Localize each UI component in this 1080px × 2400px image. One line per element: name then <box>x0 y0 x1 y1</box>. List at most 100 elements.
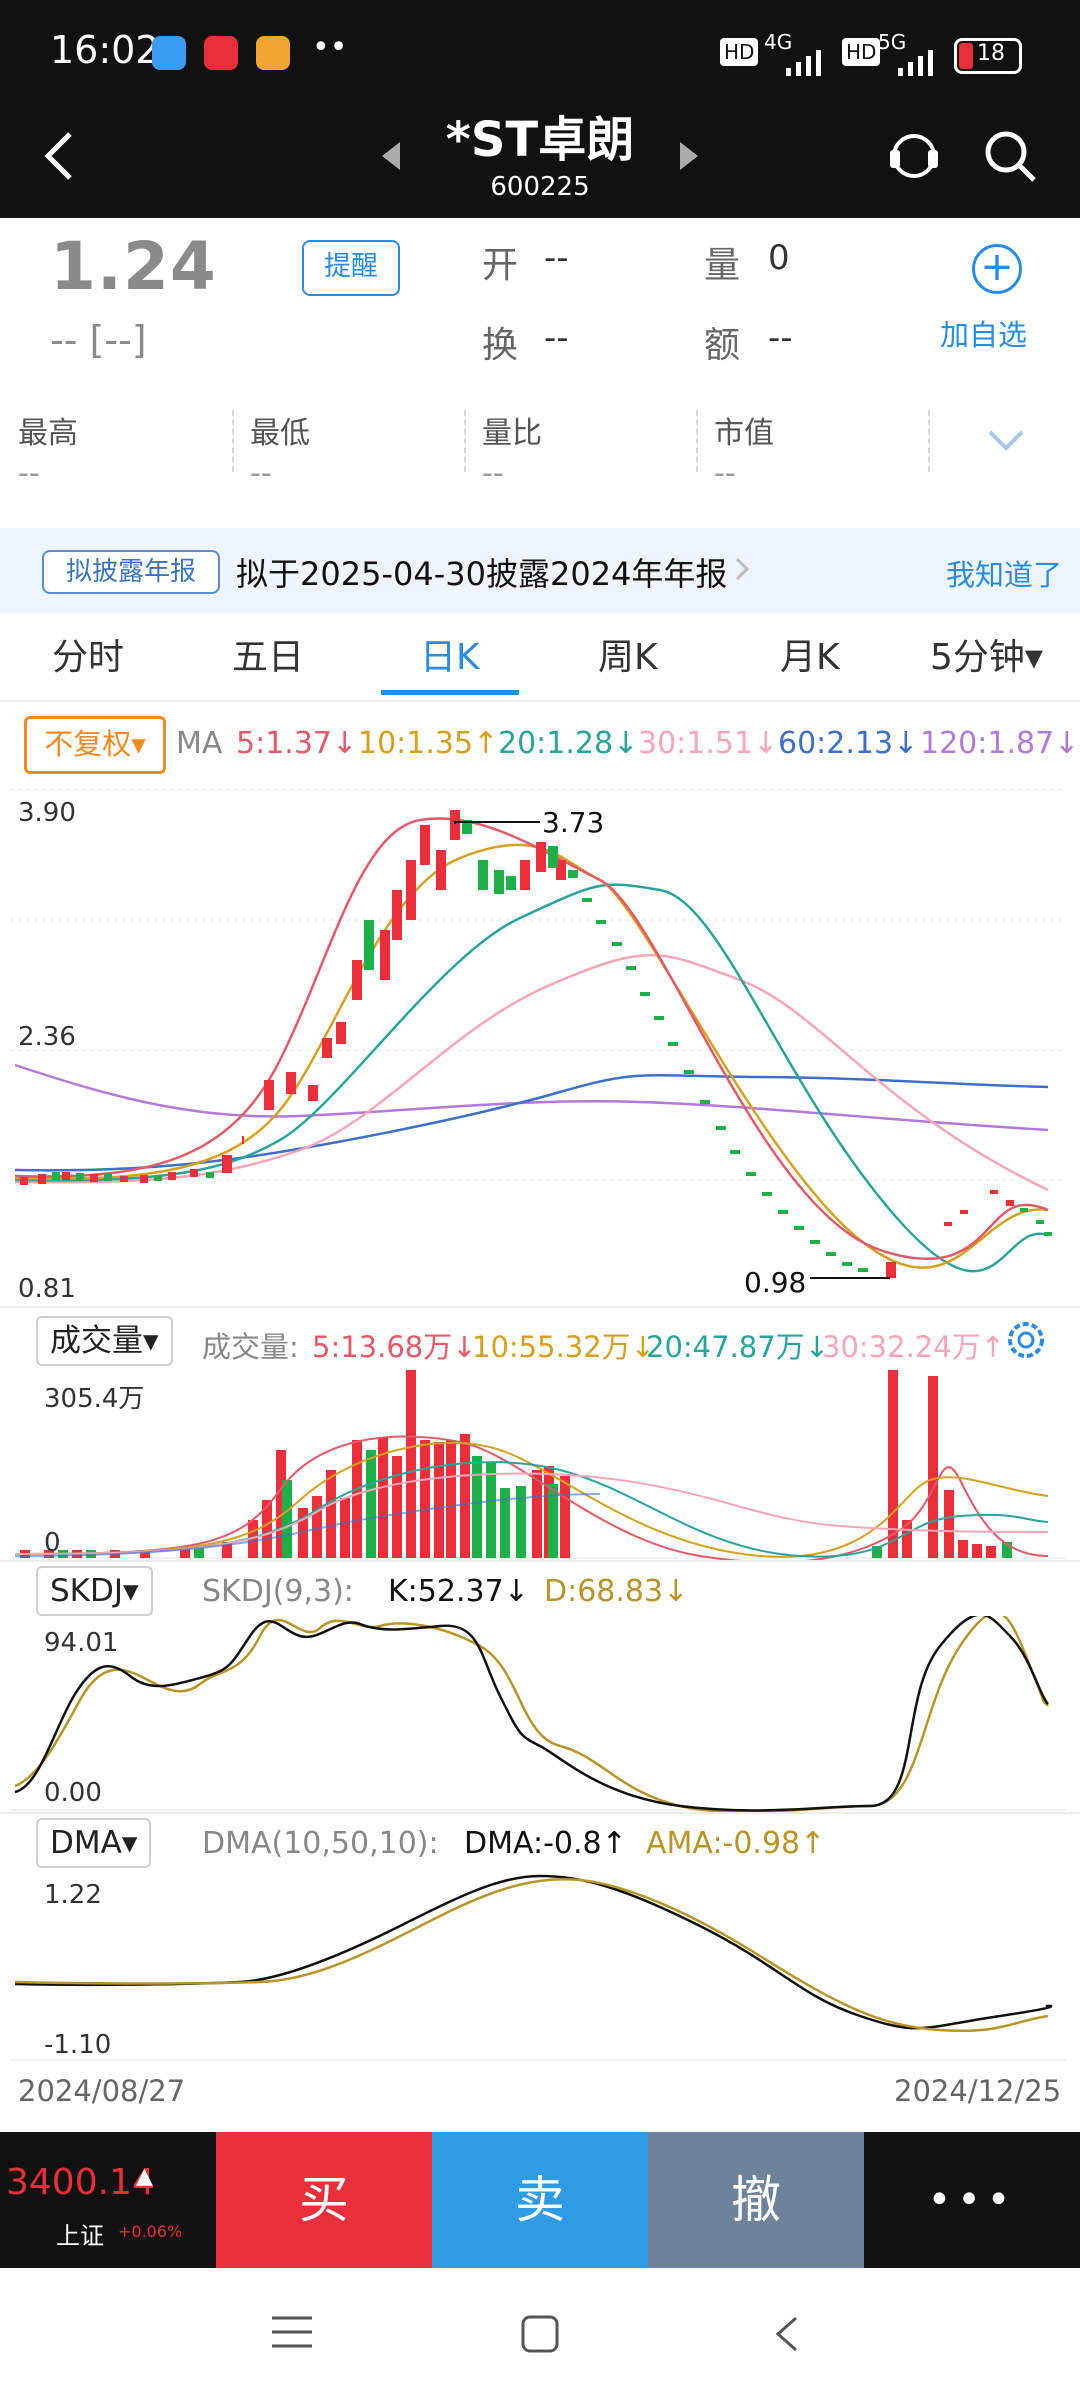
back-nav-icon[interactable] <box>772 2314 802 2358</box>
stat-high-value: -- <box>18 456 40 491</box>
next-stock-icon[interactable] <box>676 140 700 176</box>
signal-icon <box>776 50 832 80</box>
home-icon[interactable] <box>520 2314 560 2358</box>
add-favorite-button[interactable]: 加自选 <box>940 312 1027 354</box>
turnover-label: 换 <box>482 325 519 366</box>
stat-low-label: 最低 <box>250 416 310 451</box>
ma30-legend: 30:1.51↓ <box>638 726 779 761</box>
status-time: 16:02 <box>50 28 160 72</box>
kline-y-bot: 0.81 <box>18 1274 76 1304</box>
app-icon-1 <box>152 36 186 70</box>
ma60-line <box>14 1073 1049 1172</box>
skdj-chart[interactable] <box>0 1616 1080 1812</box>
tab-five-day[interactable]: 五日 <box>232 628 304 680</box>
back-icon[interactable] <box>40 128 80 188</box>
vol10-legend: 10:55.32万↓ <box>472 1330 655 1364</box>
tab-weekly-k[interactable]: 周K <box>598 628 658 680</box>
tab-active-indicator <box>381 690 519 695</box>
buy-button[interactable]: 买 <box>216 2132 432 2268</box>
stat-ratio-label: 量比 <box>482 416 542 451</box>
ma-label: MA <box>176 726 223 761</box>
dma-value: DMA:-0.8↑ <box>464 1826 627 1861</box>
cancel-order-button[interactable]: 撤 <box>648 2132 864 2268</box>
menu-icon[interactable] <box>272 2314 312 2354</box>
ma5-line <box>14 817 1049 1261</box>
amount-value: -- <box>768 318 793 358</box>
ma5-legend: 5:1.37↓ <box>236 726 358 761</box>
app-icon-3 <box>256 36 290 70</box>
remind-button[interactable]: 提醒 <box>302 240 400 296</box>
price-change: -- [--] <box>50 318 147 362</box>
dma-y-bot: -1.10 <box>44 2030 112 2060</box>
skdj-y-bot: 0.00 <box>44 1778 102 1808</box>
skdj-y-top: 94.01 <box>44 1628 119 1658</box>
ma20-line <box>14 883 1049 1273</box>
status-bar: 16:02 •• HD 4G HD 5G 18 <box>0 0 1080 108</box>
dma-indicator-selector[interactable]: DMA▾ <box>36 1818 152 1868</box>
index-ticker[interactable]: 3400.14 ▲ 上证 +0.06% <box>0 2132 216 2268</box>
stat-mktcap-label: 市值 <box>714 416 774 451</box>
hd-icon: HD <box>720 38 759 66</box>
divider <box>232 410 234 472</box>
app-icon-2 <box>204 36 238 70</box>
kline-chart[interactable] <box>0 780 1080 1300</box>
volume-chart[interactable] <box>0 1370 1080 1560</box>
kline-high-label: 3.73 <box>542 806 605 839</box>
battery-icon: 18 <box>954 38 1022 74</box>
stat-low-value: -- <box>250 456 272 491</box>
amount-label: 额 <box>704 325 741 366</box>
notice-text[interactable]: 拟于2025-04-30披露2024年年报 <box>236 549 727 595</box>
chevron-right-icon <box>734 556 750 586</box>
up-arrow-icon: ▲ <box>136 2164 153 2189</box>
dma-label: DMA(10,50,10): <box>202 1826 439 1861</box>
dma-chart[interactable] <box>0 1866 1080 2062</box>
tab-intraday[interactable]: 分时 <box>52 628 124 680</box>
skdj-indicator-selector[interactable]: SKDJ▾ <box>36 1566 153 1616</box>
dma-y-top: 1.22 <box>44 1880 102 1910</box>
ma10-line <box>14 843 1049 1269</box>
settings-gear-icon[interactable] <box>1002 1316 1050 1368</box>
more-notify-icon: •• <box>312 30 348 65</box>
vol5-legend: 5:13.68万↓ <box>312 1330 477 1364</box>
ma60-legend: 60:2.13↓ <box>778 726 919 761</box>
volume-indicator-selector[interactable]: 成交量▾ <box>36 1316 173 1366</box>
ma120-line <box>14 1063 1049 1132</box>
notice-tag: 拟披露年报 <box>42 550 220 594</box>
notice-dismiss-button[interactable]: 我知道了 <box>946 552 1062 594</box>
kline-y-top: 3.90 <box>18 798 76 828</box>
vol30-legend: 30:32.24万↑ <box>822 1330 1005 1364</box>
index-name: 上证 <box>56 2222 104 2250</box>
skdj-d-value: D:68.83↓ <box>544 1574 689 1609</box>
ma30-line <box>14 953 1049 1192</box>
ma20-legend: 20:1.28↓ <box>498 726 639 761</box>
volume-value: 0 <box>768 238 790 278</box>
vol20-legend: 20:47.87万↓ <box>646 1330 829 1364</box>
tab-daily-k[interactable]: 日K <box>420 628 480 680</box>
sell-button[interactable]: 卖 <box>432 2132 648 2268</box>
chevron-down-icon[interactable] <box>986 428 1026 458</box>
search-icon[interactable] <box>982 128 1038 188</box>
separator <box>0 1560 1080 1562</box>
add-favorite-icon[interactable]: + <box>972 244 1022 294</box>
index-value: 3400.14 <box>6 2162 155 2203</box>
separator <box>0 700 1080 702</box>
volume-y-top: 305.4万 <box>44 1384 145 1414</box>
kline-y-mid: 2.36 <box>18 1022 76 1052</box>
tab-monthly-k[interactable]: 月K <box>780 628 840 680</box>
customer-service-icon[interactable] <box>886 128 942 188</box>
adjust-selector[interactable]: 不复权▾ <box>24 716 166 774</box>
volume-y-bot: 0 <box>44 1528 61 1558</box>
index-percent: +0.06% <box>118 2222 183 2241</box>
divider <box>928 410 930 472</box>
signal-icon-2 <box>888 50 944 80</box>
more-button[interactable]: ••• <box>864 2132 1080 2268</box>
volume-legend-label: 成交量: <box>202 1330 299 1364</box>
open-label: 开 <box>482 245 519 286</box>
ma120-legend: 120:1.87↓ <box>920 726 1080 761</box>
stat-mktcap-value: -- <box>714 456 736 491</box>
skdj-label: SKDJ(9,3): <box>202 1574 354 1609</box>
candlesticks <box>20 810 1052 1278</box>
date-start: 2024/08/27 <box>18 2074 186 2108</box>
stock-code: 600225 <box>490 172 590 202</box>
tab-5min[interactable]: 5分钟▾ <box>930 628 1043 680</box>
